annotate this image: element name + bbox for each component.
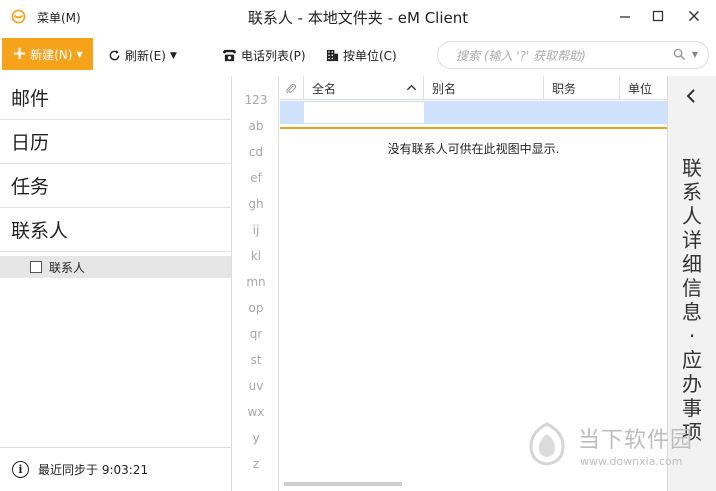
window-title: 联系人 - 本地文件夹 - eM Client [247,9,469,27]
fullname-edit-cell[interactable] [304,102,424,123]
column-header-label: 别名 [432,81,457,96]
alpha-index-item[interactable]: ef [233,171,279,185]
chevron-left-icon[interactable] [684,88,698,104]
chevron-down-icon: ▼ [76,49,83,59]
column-header-job-title[interactable]: 职务 [544,76,620,100]
new-button-label: 新建(N) [30,47,73,62]
column-header-label: 全名 [312,81,337,96]
plus-icon: + [12,43,28,64]
chevron-down-icon: ▼ [169,50,177,61]
sidebar-item-tasks[interactable]: 任务 [0,164,231,208]
alpha-index-item[interactable]: y [233,431,279,445]
sidebar-subitem-contacts-folder[interactable]: 联系人 [0,256,231,278]
folder-checkbox[interactable] [30,261,42,273]
phone-list-button[interactable]: 电话列表(P) [222,47,306,64]
search-placeholder: 搜索 (输入 '?' 获取帮助) [456,48,586,63]
alpha-index-item[interactable]: kl [233,249,279,263]
column-header-label: 职务 [552,81,577,96]
title-bar: 菜单(M) 联系人 - 本地文件夹 - eM Client [0,0,716,34]
sync-status-text: 最近同步于 9:03:21 [38,463,149,477]
alpha-index-item[interactable]: gh [233,197,279,211]
search-icon[interactable] [673,48,686,61]
maximize-icon [652,10,664,22]
sort-ascending-icon [406,84,417,91]
alpha-index-item[interactable]: wx [233,405,279,419]
column-header-attachment[interactable] [280,76,304,100]
alpha-index-item[interactable]: mn [233,275,279,289]
empty-list-message: 没有联系人可供在此视图中显示. [387,142,560,156]
column-header-alias[interactable]: 别名 [424,76,544,100]
watermark-url: www.downxia.com [580,455,683,468]
minimize-icon [620,16,630,18]
panel-title-separator: · [688,324,696,348]
chevron-down-icon[interactable]: ▼ [692,50,698,59]
close-icon [688,10,700,22]
paperclip-icon [286,83,297,93]
alpha-index-item[interactable]: st [233,353,279,367]
refresh-icon [108,49,121,62]
folder-label: 联系人 [49,260,86,275]
sync-status-bar: i 最近同步于 9:03:21 [0,447,231,491]
sidebar-item-mail[interactable]: 邮件 [0,76,231,120]
column-header-company[interactable]: 单位 [620,76,667,100]
horizontal-scrollbar[interactable] [284,482,402,486]
info-icon: i [12,461,29,478]
alpha-index-item[interactable]: uv [233,379,279,393]
list-divider [280,127,667,129]
alpha-index-item[interactable]: ab [233,119,279,133]
alphabet-index: 123 ab cd ef gh ij kl mn op qr st uv wx … [233,76,279,491]
minimize-button[interactable] [613,6,637,26]
new-button[interactable]: + 新建(N) ▼ [2,38,93,70]
close-button[interactable] [682,6,706,26]
list-header: 全名 别名 职务 单位 [280,76,667,100]
panel-title-details: 联系人详细信息 [682,156,702,324]
alpha-index-item[interactable]: op [233,301,279,315]
watermark-logo-icon [529,422,565,466]
refresh-button[interactable]: 刷新(E) ▼ [108,47,177,64]
alpha-index-item[interactable]: qr [233,327,279,341]
sidebar-item-calendar[interactable]: 日历 [0,120,231,164]
sidebar: 邮件 日历 任务 联系人 联系人 i 最近同步于 9:03:21 [0,76,232,491]
by-company-label: 按单位(C) [343,49,397,63]
column-header-fullname[interactable]: 全名 [304,76,424,100]
panel-title-vertical[interactable]: 联系人详细信息 · 应办事项 [680,156,704,444]
watermark-brand: 当下软件园 [578,428,694,453]
search-input[interactable]: 搜索 (输入 '?' 获取帮助) ▼ [437,41,709,69]
phone-list-label: 电话列表(P) [241,49,306,63]
toolbar: + 新建(N) ▼ 刷新(E) ▼ 电话列表(P) 按单位(C) 搜索 (输入 … [0,34,716,74]
new-contact-row[interactable] [280,101,667,124]
column-header-label: 单位 [628,81,653,96]
alpha-index-item[interactable]: ij [233,223,279,237]
sidebar-item-contacts[interactable]: 联系人 [0,208,231,252]
refresh-label: 刷新(E) [125,49,166,63]
phone-icon [222,49,237,62]
by-company-button[interactable]: 按单位(C) [326,47,397,64]
building-icon [326,49,339,62]
maximize-button[interactable] [646,6,670,26]
alpha-index-item[interactable]: cd [233,145,279,159]
alpha-index-item[interactable]: 123 [233,93,279,107]
alpha-index-item[interactable]: z [233,457,279,471]
